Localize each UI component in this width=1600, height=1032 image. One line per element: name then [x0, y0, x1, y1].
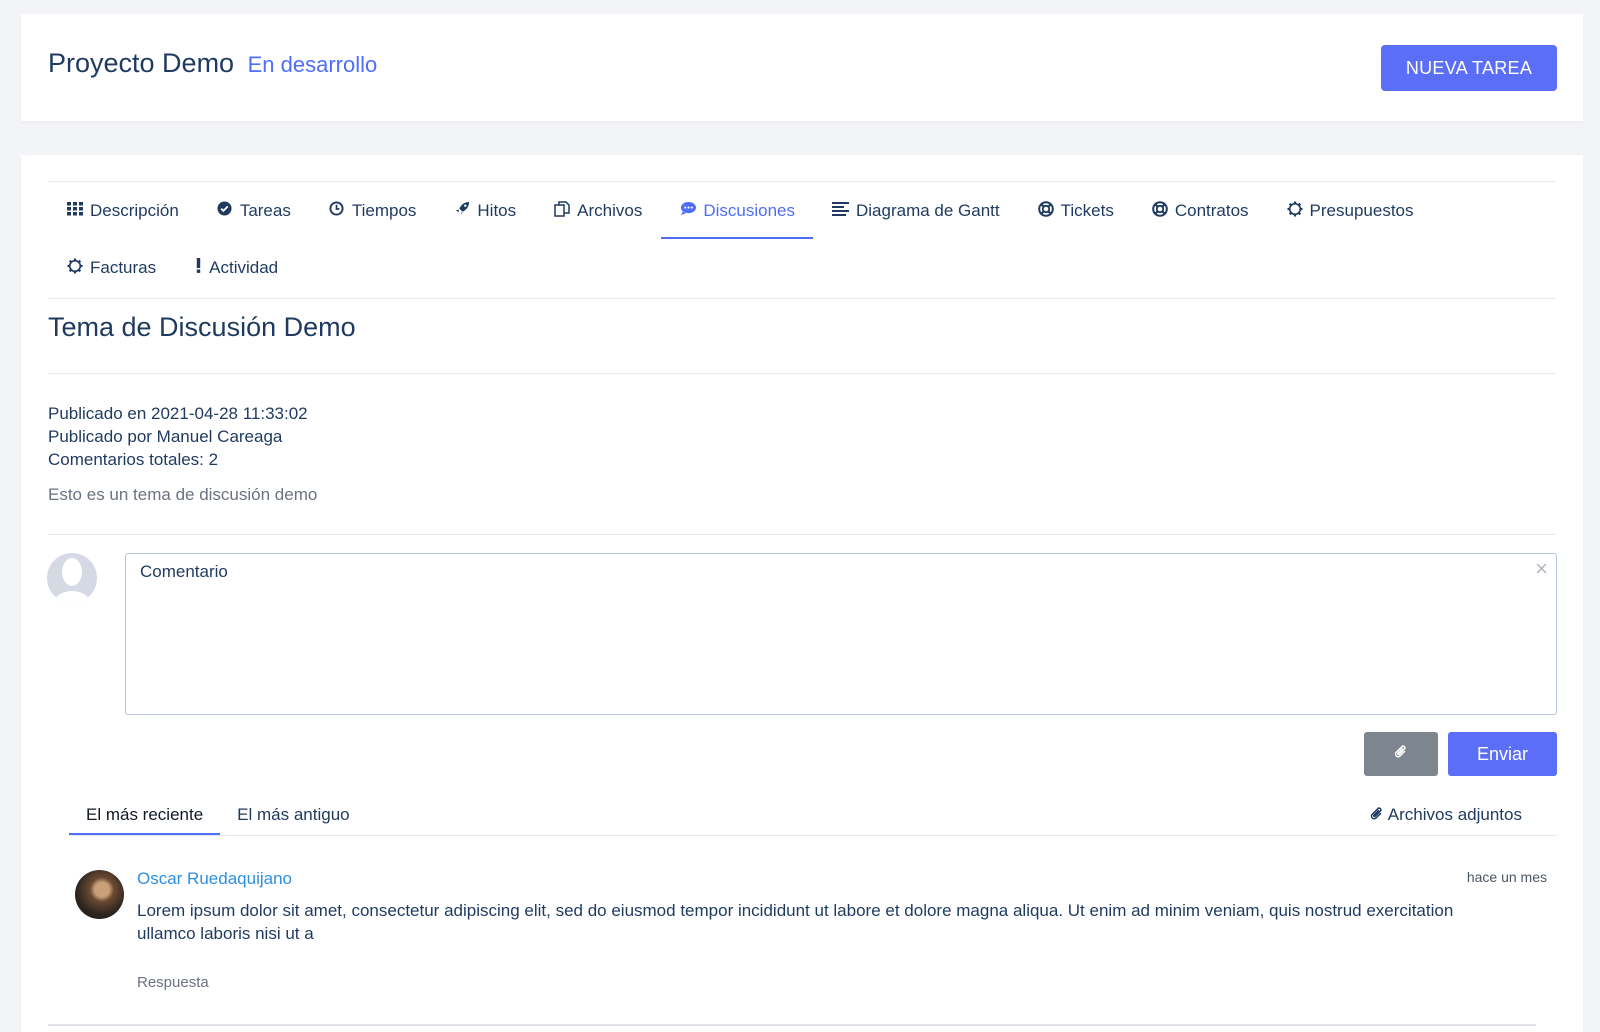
rocket-icon — [453, 201, 471, 220]
comment-timestamp: hace un mes — [1466, 869, 1547, 885]
tab-archivos[interactable]: Archivos — [535, 182, 660, 239]
tab-contratos[interactable]: Contratos — [1133, 182, 1267, 239]
paperclip-icon — [1370, 805, 1388, 824]
tab-actividad[interactable]: Actividad — [175, 239, 296, 296]
grid-icon — [66, 201, 84, 220]
tab-label: Facturas — [90, 257, 157, 277]
close-icon[interactable]: × — [1535, 556, 1548, 582]
topic-title: Tema de Discusión Demo — [48, 312, 356, 342]
lifebuoy-icon — [1151, 200, 1169, 221]
project-tabs: Descripción Tareas Tiempos Hitos Archivo… — [48, 182, 1556, 296]
tab-diagrama-gantt[interactable]: Diagrama de Gantt — [814, 182, 1018, 239]
total-comments: Comentarios totales: 2 — [48, 450, 219, 469]
gear-icon — [1286, 201, 1304, 221]
tab-label: Descripción — [90, 200, 179, 220]
attachments-label: Archivos adjuntos — [1387, 805, 1522, 824]
tab-label: Presupuestos — [1309, 200, 1414, 220]
tab-tiempos[interactable]: Tiempos — [310, 182, 435, 239]
avatar — [75, 870, 124, 919]
exclamation-icon — [193, 258, 203, 277]
comment-placeholder: Comentario — [140, 562, 228, 581]
tab-label: Discusiones — [703, 200, 795, 220]
check-circle-icon — [216, 201, 234, 220]
project-status: En desarrollo — [247, 52, 378, 77]
comment-sort-tabs: El más reciente El más antiguo — [69, 795, 367, 836]
divider — [48, 534, 1556, 535]
tab-presupuestos[interactable]: Presupuestos — [1268, 182, 1432, 239]
tab-tickets[interactable]: Tickets — [1019, 182, 1132, 239]
project-header: Proyecto Demo En desarrollo NUEVA TAREA — [21, 14, 1583, 121]
tab-label: Diagrama de Gantt — [855, 200, 1000, 220]
project-name: Proyecto Demo — [48, 48, 235, 78]
tab-descripcion[interactable]: Descripción — [48, 182, 197, 239]
comment-item: Oscar Ruedaquijano hace un mes Lorem ips… — [69, 855, 1557, 1005]
comment-text: Lorem ipsum dolor sit amet, consectetur … — [137, 901, 1454, 943]
topic-description: Esto es un tema de discusión demo — [48, 485, 318, 504]
tab-newest[interactable]: El más reciente — [69, 795, 221, 836]
comment-author[interactable]: Oscar Ruedaquijano — [137, 869, 292, 889]
divider — [69, 835, 1557, 836]
attachments-link[interactable]: Archivos adjuntos — [1370, 795, 1522, 836]
divider — [48, 1024, 1536, 1026]
tab-oldest[interactable]: El más antiguo — [220, 795, 366, 836]
main-panel: Descripción Tareas Tiempos Hitos Archivo… — [21, 155, 1583, 1032]
divider — [48, 298, 1556, 299]
tab-tareas[interactable]: Tareas — [198, 182, 309, 239]
tab-label: Archivos — [577, 200, 643, 220]
lifebuoy-icon — [1037, 200, 1055, 221]
tab-hitos[interactable]: Hitos — [435, 182, 534, 239]
reply-link[interactable]: Respuesta — [137, 974, 209, 991]
posted-by: Publicado por Manuel Careaga — [48, 427, 283, 446]
bars-icon — [832, 201, 850, 220]
send-button[interactable]: Enviar — [1448, 732, 1557, 776]
tab-label: Hitos — [477, 200, 517, 220]
tab-label: Actividad — [209, 257, 279, 277]
avatar — [47, 553, 97, 603]
tab-label: Contratos — [1174, 200, 1249, 220]
tab-label: Tiempos — [351, 200, 417, 220]
posted-date: Publicado en 2021-04-28 11:33:02 — [48, 404, 308, 423]
new-task-button[interactable]: NUEVA TAREA — [1381, 45, 1557, 91]
clock-icon — [328, 201, 346, 220]
chat-icon — [679, 201, 697, 220]
tab-label: Tickets — [1060, 200, 1114, 220]
tab-label: Tareas — [239, 200, 291, 220]
comment-textarea[interactable]: Comentario × — [125, 553, 1557, 715]
tab-facturas[interactable]: Facturas — [48, 239, 174, 296]
project-title: Proyecto Demo En desarrollo — [48, 48, 377, 79]
paperclip-icon — [1394, 744, 1408, 764]
attach-file-button[interactable] — [1364, 732, 1438, 776]
tab-discusiones[interactable]: Discusiones — [661, 182, 813, 239]
gear-icon — [66, 258, 84, 278]
files-icon — [553, 200, 571, 221]
divider — [48, 373, 1556, 374]
topic-meta: Publicado en 2021-04-28 11:33:02 Publica… — [48, 402, 308, 471]
